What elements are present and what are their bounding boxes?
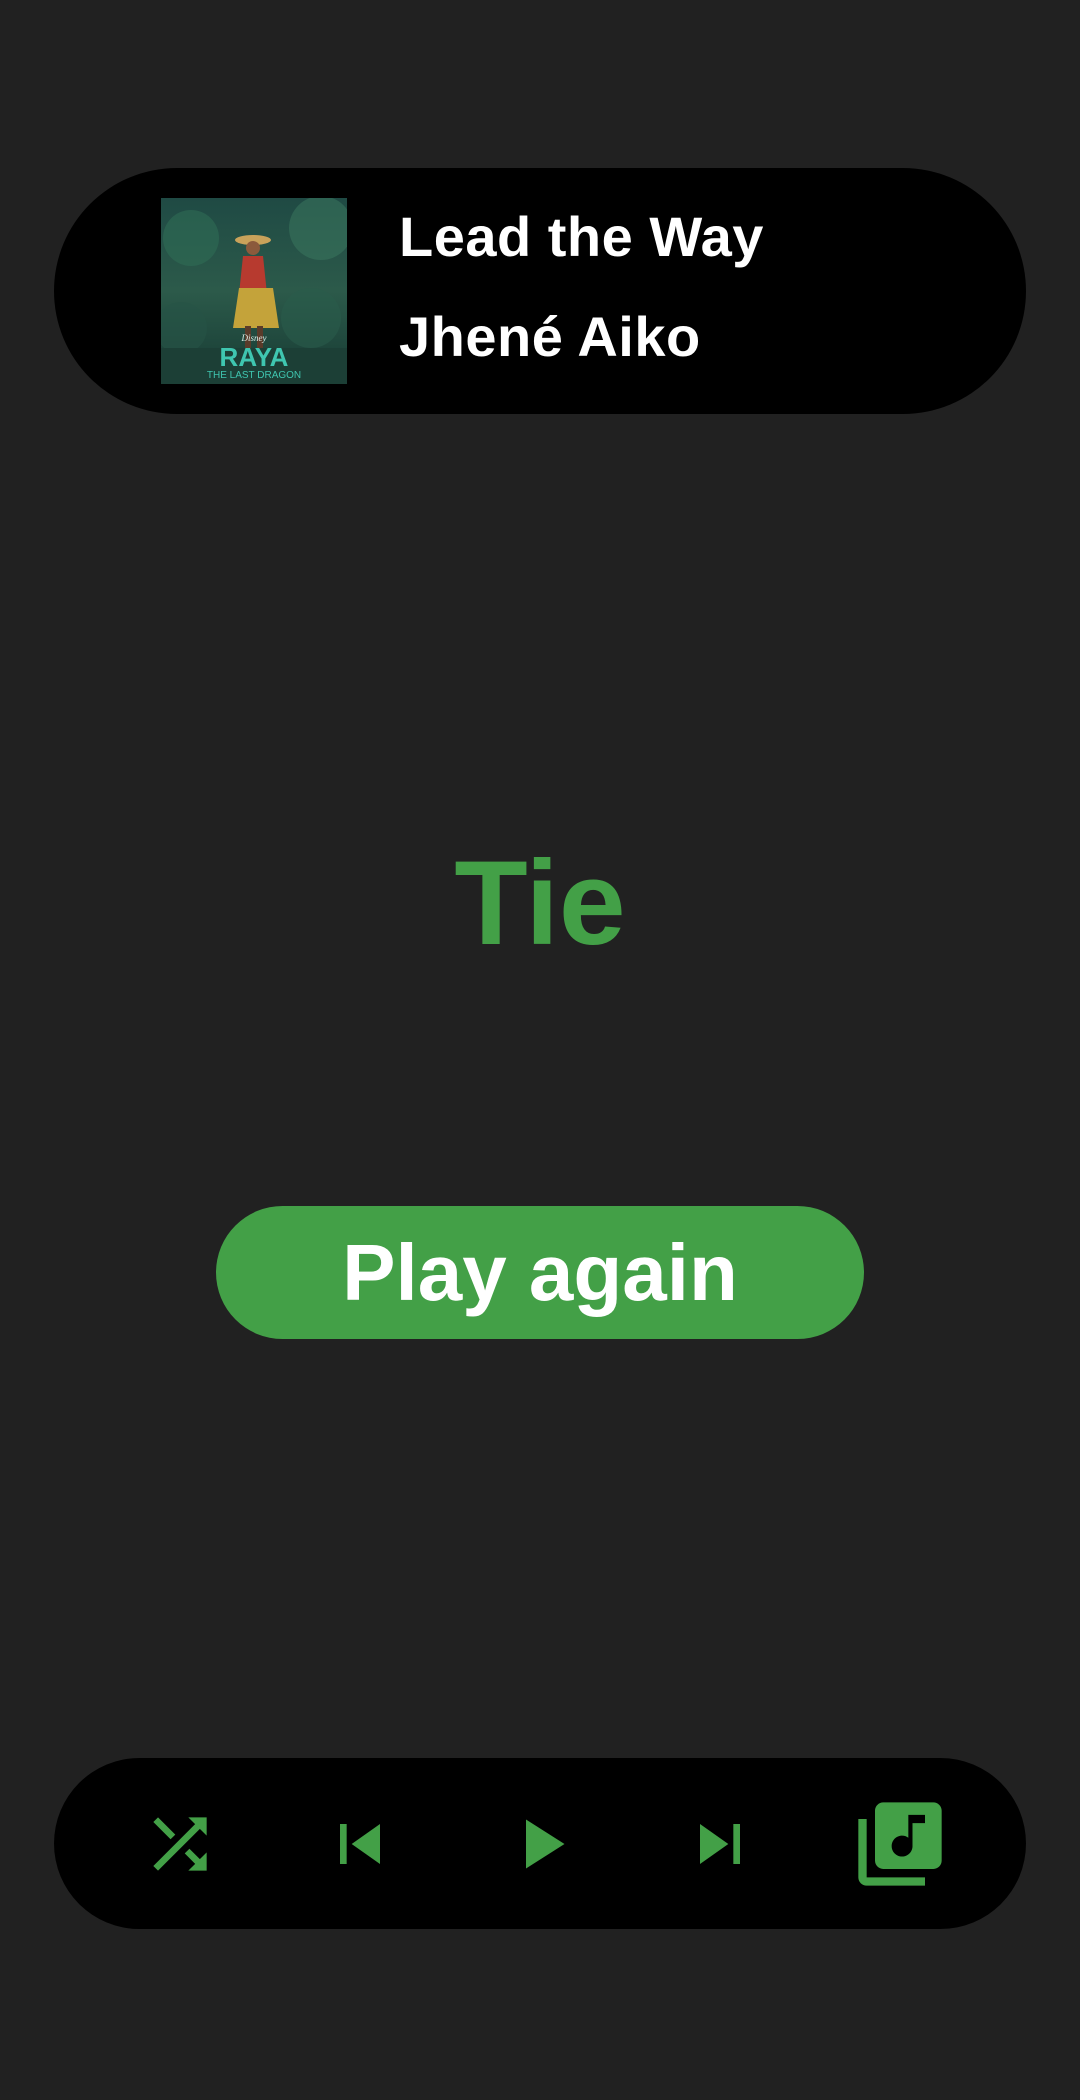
shuffle-icon: [153, 1817, 207, 1871]
game-result: Tie: [454, 836, 626, 970]
svg-text:THE LAST DRAGON: THE LAST DRAGON: [207, 370, 301, 381]
now-playing-card[interactable]: RAYA THE LAST DRAGON Disney Lead the Way…: [54, 168, 1026, 414]
playback-controls: [54, 1758, 1026, 1929]
album-art: RAYA THE LAST DRAGON Disney: [161, 198, 347, 384]
next-button[interactable]: [670, 1794, 770, 1894]
play-icon: [526, 1819, 565, 1869]
svg-text:RAYA: RAYA: [220, 342, 289, 372]
song-title: Lead the Way: [399, 205, 764, 268]
skip-previous-icon: [340, 1824, 380, 1864]
previous-button[interactable]: [310, 1794, 410, 1894]
svg-text:Disney: Disney: [241, 333, 267, 343]
play-button[interactable]: [490, 1794, 590, 1894]
skip-next-icon: [700, 1824, 740, 1864]
library-button[interactable]: [850, 1794, 950, 1894]
shuffle-button[interactable]: [130, 1794, 230, 1894]
song-artist: Jhené Aiko: [399, 305, 701, 368]
play-again-button[interactable]: Play again: [216, 1206, 864, 1339]
library-music-icon: [858, 1802, 942, 1886]
